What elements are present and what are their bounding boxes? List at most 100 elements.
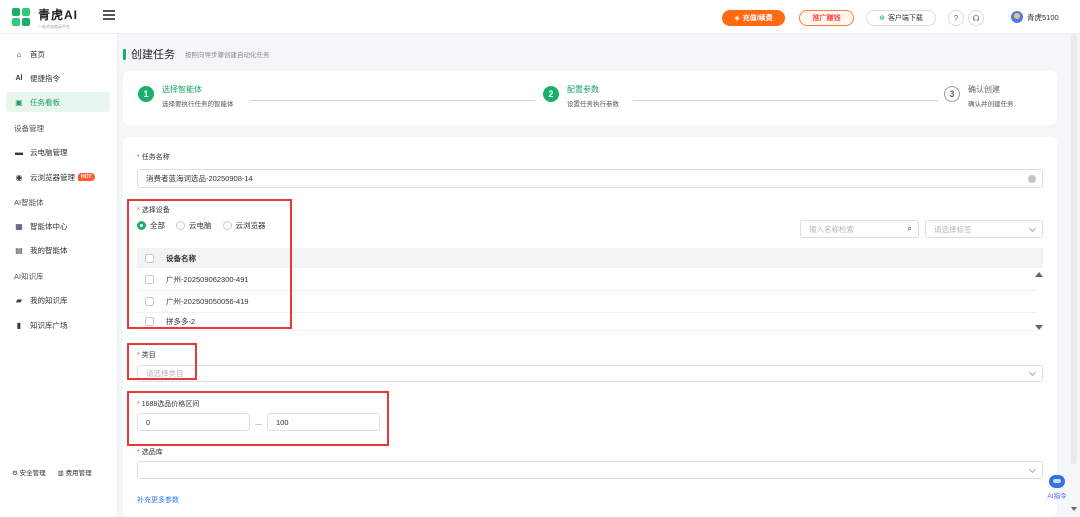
download-icon: ⊕	[879, 15, 885, 22]
sidebar-item-home[interactable]: ⌂ 首页	[6, 44, 110, 64]
more-params-link[interactable]: 补充更多参数	[137, 495, 179, 505]
user-menu[interactable]: 青虎5100	[1011, 11, 1059, 23]
highlight-device-section	[127, 199, 292, 329]
grid-icon: ▦	[15, 221, 23, 231]
sidebar: ⌂ 首页 Aİ 便捷指令 ▣ 任务看板 设备管理 ▬ 云电脑管理 ◉ 云浏览器管…	[0, 34, 118, 517]
chevron-down-icon	[1028, 368, 1037, 377]
security-link[interactable]: ⚙ 安全管理	[12, 467, 46, 477]
step-title: 确认创建	[968, 85, 1000, 94]
promo-label: 推广赚钱	[812, 15, 841, 22]
step-title: 配置参数	[567, 85, 599, 94]
category-select[interactable]: 请选择类目	[137, 365, 1043, 382]
tag-select[interactable]: 请选择标签	[925, 220, 1043, 238]
device-search-input[interactable]: 输入名称检索 ⌕	[800, 220, 919, 238]
table-scroll-down-icon[interactable]	[1035, 325, 1043, 330]
agent-icon: ▤	[15, 245, 23, 255]
sidebar-item-label: 我的知识库	[30, 295, 68, 305]
table-scroll-up-icon[interactable]	[1035, 272, 1043, 277]
step-config-params[interactable]: 2 配置参数 设置任务执行参数	[543, 84, 619, 108]
clear-icon[interactable]	[1028, 175, 1036, 183]
highlight-category	[127, 343, 197, 380]
step-desc: 选择要执行任务的智能体	[162, 101, 234, 108]
home-icon: ⌂	[16, 49, 22, 59]
selection-lib-label: * 选品库	[137, 449, 163, 456]
sidebar-item-label: 知识库广场	[30, 320, 68, 330]
chart-icon: ▥	[57, 470, 64, 477]
step-confirm-create[interactable]: 3 确认创建 确认并创建任务	[944, 84, 1014, 108]
sidebar-section-agent: AI智能体	[14, 198, 44, 207]
sidebar-item-my-agents[interactable]: ▤ 我的智能体	[6, 240, 110, 260]
sidebar-item-my-kb[interactable]: ▰ 我的知识库	[6, 290, 110, 310]
top-bar: 青虎AI 一站式电商云平台 ◈ 充值/续费 推广赚钱 ⊕ 客户端下载 ? ☊ 青…	[0, 0, 1080, 34]
book-icon: ▮	[16, 320, 22, 330]
page-subtitle: 按照向导步骤创建自动化任务	[185, 52, 270, 59]
gear-icon: ⚙	[12, 470, 18, 477]
help-icon[interactable]: ?	[948, 10, 964, 26]
step-number: 3	[944, 86, 960, 102]
chevron-down-icon	[1028, 224, 1037, 233]
sidebar-footer: ⚙ 安全管理 ▥ 费用管理	[12, 467, 104, 477]
promo-button[interactable]: 推广赚钱	[799, 10, 854, 26]
sidebar-item-label: 云电脑管理	[30, 147, 68, 157]
hot-badge: HOT	[78, 173, 95, 181]
sidebar-item-task-board[interactable]: ▣ 任务看板	[6, 92, 110, 112]
selection-lib-select[interactable]	[137, 461, 1043, 479]
fees-link[interactable]: ▥ 费用管理	[58, 467, 92, 477]
step-number: 2	[543, 86, 559, 102]
sidebar-section-kb: AI知识库	[14, 272, 44, 281]
wizard-steps: 1 选择智能体 选择要执行任务的智能体 2 配置参数 设置任务执行参数 3 确认…	[123, 71, 1057, 125]
device-search-placeholder: 输入名称检索	[809, 224, 854, 234]
tag-select-placeholder: 请选择标签	[934, 224, 972, 234]
sidebar-item-label: 任务看板	[30, 97, 60, 107]
board-icon: ▣	[15, 97, 23, 107]
recharge-label: 充值/续费	[742, 15, 773, 22]
recharge-button[interactable]: ◈ 充值/续费	[722, 10, 785, 26]
sidebar-item-label: 云浏览器管理	[30, 172, 75, 182]
sidebar-item-quick-commands[interactable]: Aİ 便捷指令	[6, 68, 110, 88]
brand-logo[interactable]: 青虎AI 一站式电商云平台	[12, 6, 78, 30]
step-connector	[250, 100, 535, 101]
avatar	[1011, 11, 1023, 23]
sidebar-item-cloud-browser[interactable]: ◉ 云浏览器管理 HOT	[6, 167, 110, 187]
logo-mark-icon	[12, 8, 32, 28]
task-name-value: 消费者蓝海词选品-20250908-14	[146, 174, 253, 183]
scroll-down-icon[interactable]	[1071, 507, 1077, 511]
sidebar-item-label: 我的智能体	[30, 245, 68, 255]
step-connector	[633, 100, 938, 101]
download-client-button[interactable]: ⊕ 客户端下载	[866, 10, 936, 26]
sidebar-item-kb-square[interactable]: ▮ 知识库广场	[6, 315, 110, 335]
ai-command-button[interactable]: AI指令	[1043, 475, 1071, 503]
task-name-input[interactable]: 消费者蓝海词选品-20250908-14	[137, 169, 1043, 188]
sidebar-item-label: 智能体中心	[30, 221, 68, 231]
search-icon[interactable]: ⌕	[908, 224, 912, 234]
sidebar-item-label: 首页	[30, 49, 45, 59]
step-select-agent[interactable]: 1 选择智能体 选择要执行任务的智能体	[138, 84, 234, 108]
step-number: 1	[138, 86, 154, 102]
page-scrollbar[interactable]	[1071, 34, 1077, 464]
brand-name: 青虎AI	[38, 8, 79, 22]
step-title: 选择智能体	[162, 85, 202, 94]
ai-command-label: AI指令	[1047, 493, 1067, 500]
menu-toggle-icon[interactable]	[103, 10, 115, 20]
sidebar-item-label: 便捷指令	[30, 73, 60, 83]
customer-service-icon[interactable]: ☊	[968, 10, 984, 26]
folder-icon: ▰	[15, 295, 23, 305]
download-label: 客户端下载	[887, 15, 923, 22]
sidebar-section-device: 设备管理	[14, 124, 44, 133]
wallet-icon: ◈	[734, 15, 740, 22]
step-desc: 确认并创建任务	[968, 101, 1014, 108]
user-name: 青虎5100	[1027, 12, 1059, 22]
robot-icon	[1049, 475, 1065, 488]
step-desc: 设置任务执行参数	[567, 101, 619, 108]
page-title: 创建任务	[131, 49, 175, 61]
brand-tagline: 一站式电商云平台	[38, 24, 70, 29]
highlight-price-range	[127, 391, 389, 446]
sidebar-item-cloud-pc[interactable]: ▬ 云电脑管理	[6, 142, 110, 162]
browser-icon: ◉	[15, 172, 23, 182]
page-header: 创建任务 按照向导步骤创建自动化任务	[123, 46, 270, 62]
task-name-label: * 任务名称	[137, 154, 170, 161]
monitor-icon: ▬	[15, 147, 23, 157]
sidebar-item-agent-center[interactable]: ▦ 智能体中心	[6, 216, 110, 236]
chevron-down-icon	[1028, 465, 1037, 474]
ai-icon: Aİ	[15, 74, 23, 82]
